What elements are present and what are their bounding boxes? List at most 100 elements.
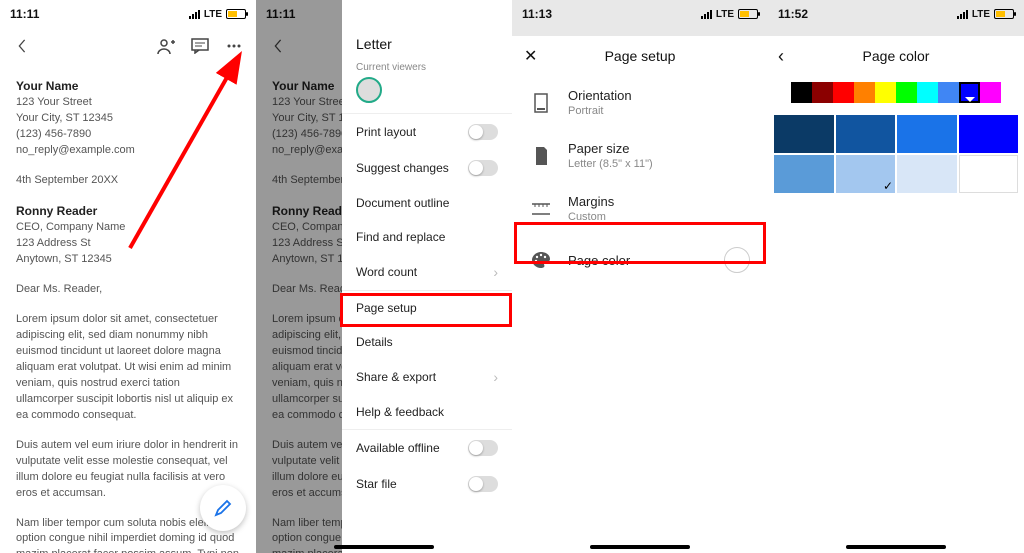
- tint-swatch[interactable]: [774, 155, 834, 193]
- label: Print layout: [356, 125, 416, 139]
- label: Share & export: [356, 370, 436, 384]
- recipient-name: Ronny Reader: [16, 203, 240, 220]
- label: Orientation: [568, 88, 632, 103]
- chevron-right-icon: ›: [493, 369, 498, 385]
- label: Find and replace: [356, 230, 445, 244]
- edit-fab[interactable]: [200, 485, 246, 531]
- status-bar: 11:13 LTE: [512, 0, 768, 28]
- menu-document-outline[interactable]: Document outline: [342, 186, 512, 220]
- screen-page-color: 11:52 LTE ‹ Page color ✓: [768, 0, 1024, 553]
- hue-swatch[interactable]: [833, 82, 854, 103]
- menu-share-export[interactable]: Share & export ›: [342, 359, 512, 395]
- back-icon[interactable]: ‹: [778, 46, 784, 67]
- recipient-title: CEO, Company Name: [16, 220, 240, 236]
- sender-addr1: 123 Your Street: [16, 95, 240, 111]
- overflow-menu: Letter Current viewers Print layout Sugg…: [342, 0, 512, 553]
- tint-grid: ✓: [768, 115, 1024, 193]
- menu-print-layout[interactable]: Print layout: [342, 113, 512, 150]
- recipient-addr2: Anytown, ST 12345: [16, 252, 240, 268]
- toggle[interactable]: [468, 440, 498, 456]
- annotation-highlight-page-color: [514, 222, 766, 264]
- menu-available-offline[interactable]: Available offline: [342, 429, 512, 466]
- hue-swatch[interactable]: [812, 82, 833, 103]
- tint-swatch[interactable]: [897, 155, 957, 193]
- status-time: 11:52: [778, 7, 808, 21]
- margins-icon: [530, 203, 552, 215]
- tint-swatch[interactable]: [897, 115, 957, 153]
- sender-phone: (123) 456-7890: [16, 127, 240, 143]
- sheet-backdrop: 11:52 LTE: [768, 0, 1024, 36]
- page-color-sheet: ‹ Page color ✓: [768, 36, 1024, 553]
- home-indicator: [846, 545, 946, 549]
- status-right: LTE: [701, 9, 758, 20]
- option-paper-size[interactable]: Paper size Letter (8.5" x 11"): [512, 129, 768, 182]
- viewer-avatar[interactable]: [356, 77, 382, 103]
- label: Details: [356, 335, 393, 349]
- tint-swatch[interactable]: [836, 115, 896, 153]
- status-time: 11:13: [522, 7, 552, 21]
- sender-email: no_reply@example.com: [16, 143, 240, 159]
- sheet-backdrop: 11:13 LTE: [512, 0, 768, 36]
- menu-find-replace[interactable]: Find and replace: [342, 220, 512, 254]
- orientation-icon: [530, 93, 552, 113]
- document-body[interactable]: Your Name 123 Your Street Your City, ST …: [0, 64, 256, 553]
- toggle[interactable]: [468, 476, 498, 492]
- greeting: Dear Ms. Reader,: [16, 282, 240, 298]
- screen-overflow-menu: 11:11 LTE Your Name 123 Your Street Your…: [256, 0, 512, 553]
- annotation-highlight-page-setup: [340, 293, 512, 327]
- label: Help & feedback: [356, 405, 444, 419]
- viewers-section: Current viewers: [342, 62, 512, 113]
- menu-help-feedback[interactable]: Help & feedback: [342, 395, 512, 429]
- hue-swatch[interactable]: [917, 82, 938, 103]
- hue-swatch[interactable]: [959, 82, 980, 103]
- tint-swatch[interactable]: [959, 155, 1019, 193]
- option-orientation[interactable]: Orientation Portrait: [512, 76, 768, 129]
- add-person-icon[interactable]: [156, 36, 176, 56]
- tint-swatch[interactable]: [774, 115, 834, 153]
- viewers-label: Current viewers: [356, 62, 498, 73]
- close-icon[interactable]: ✕: [524, 46, 537, 66]
- menu-word-count[interactable]: Word count ›: [342, 254, 512, 290]
- screen-document: 11:11 LTE Your Name 123 Your Street Your…: [0, 0, 256, 553]
- home-indicator: [334, 545, 434, 549]
- more-icon[interactable]: [224, 36, 244, 56]
- tint-swatch[interactable]: [959, 115, 1019, 153]
- screen-page-setup: 11:13 LTE ✕ Page setup Orientation Portra…: [512, 0, 768, 553]
- sheet-header: ✕ Page setup: [512, 36, 768, 76]
- menu-star-file[interactable]: Star file: [342, 466, 512, 502]
- hue-swatch[interactable]: [896, 82, 917, 103]
- hue-swatch[interactable]: [980, 82, 1001, 103]
- battery-icon: [226, 9, 246, 19]
- check-icon: ✓: [883, 179, 893, 193]
- battery-icon: [738, 9, 758, 19]
- menu-suggest-changes[interactable]: Suggest changes: [342, 150, 512, 186]
- hue-swatch[interactable]: [875, 82, 896, 103]
- value: Letter (8.5" x 11"): [568, 158, 653, 170]
- hue-swatch[interactable]: [854, 82, 875, 103]
- chevron-right-icon: ›: [493, 264, 498, 280]
- status-bar: 11:52 LTE: [768, 0, 1024, 28]
- comment-icon[interactable]: [190, 36, 210, 56]
- network-label: LTE: [716, 9, 734, 20]
- tint-swatch[interactable]: ✓: [836, 155, 896, 193]
- sender-addr2: Your City, ST 12345: [16, 111, 240, 127]
- label: Word count: [356, 265, 417, 279]
- label: Paper size: [568, 141, 653, 156]
- back-icon[interactable]: [12, 36, 32, 56]
- menu-details[interactable]: Details: [342, 325, 512, 359]
- toggle[interactable]: [468, 124, 498, 140]
- hue-swatch-row: [768, 82, 1024, 103]
- hue-swatch[interactable]: [791, 82, 812, 103]
- hue-swatch[interactable]: [938, 82, 959, 103]
- toolbar: [0, 28, 256, 64]
- status-right: LTE: [189, 9, 246, 20]
- sheet-title: Page color: [863, 48, 930, 64]
- toggle[interactable]: [468, 160, 498, 176]
- value: Portrait: [568, 105, 632, 117]
- sheet-header: ‹ Page color: [768, 36, 1024, 76]
- home-indicator: [590, 545, 690, 549]
- sheet-title: Page setup: [605, 48, 676, 64]
- recipient-addr1: 123 Address St: [16, 236, 240, 252]
- label: Margins: [568, 194, 614, 209]
- page-setup-sheet: ✕ Page setup Orientation Portrait Paper s…: [512, 36, 768, 553]
